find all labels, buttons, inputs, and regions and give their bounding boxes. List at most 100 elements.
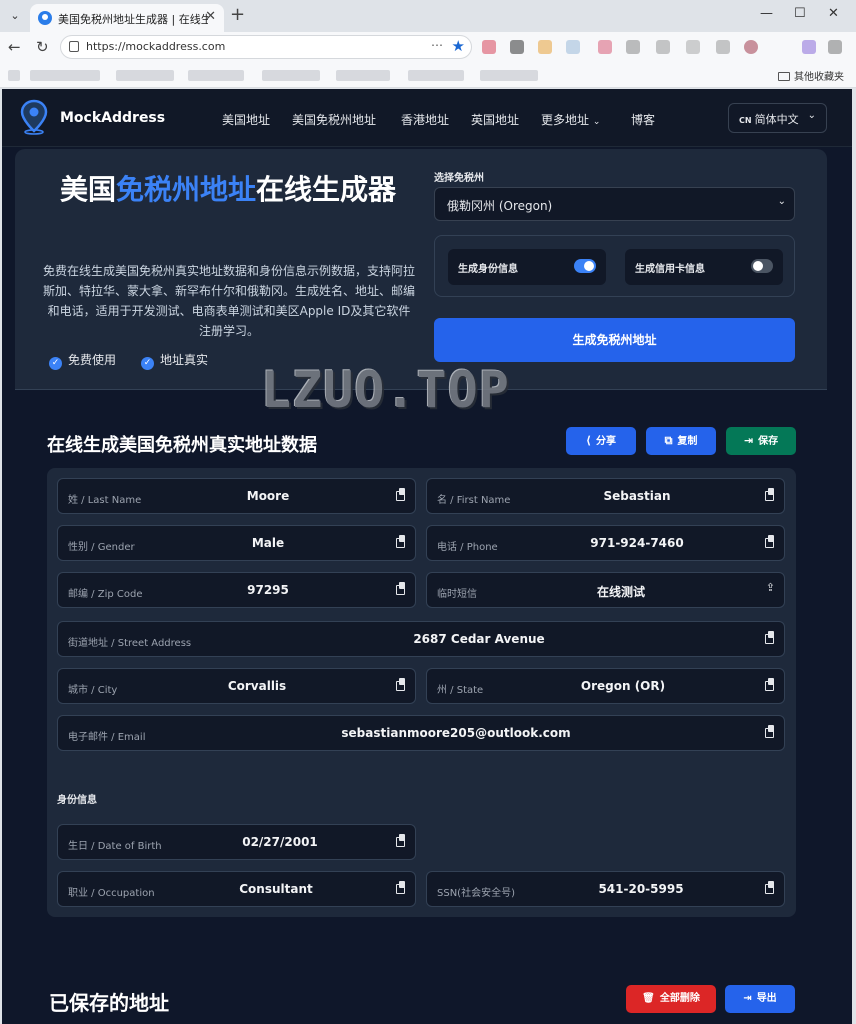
copy-icon[interactable] xyxy=(765,488,775,501)
bookmark-item[interactable] xyxy=(188,70,244,81)
nav-link-more-addresses[interactable]: 更多地址 ⌄ xyxy=(541,111,600,128)
bookmark-item[interactable] xyxy=(408,70,464,81)
field-phone[interactable]: 电话 / Phone 971-924-7460 xyxy=(426,525,785,561)
field-value: 97295 xyxy=(247,583,289,597)
feature-real-label: 地址真实 xyxy=(160,353,209,367)
tab-title: 美国免税州地址生成器 | 在线生成美国 xyxy=(58,13,208,26)
copy-icon[interactable] xyxy=(765,725,775,738)
bookmark-item[interactable] xyxy=(116,70,174,81)
identity-option[interactable]: 生成身份信息 xyxy=(448,249,606,285)
back-arrow-icon[interactable]: ← xyxy=(8,38,21,56)
nav-link-uk-address[interactable]: 英国地址 xyxy=(471,111,519,128)
extension-icon[interactable] xyxy=(598,40,612,54)
field-value: 2687 Cedar Avenue xyxy=(413,632,545,646)
reading-list-icon[interactable] xyxy=(8,70,20,81)
copy-icon[interactable] xyxy=(765,678,775,691)
identity-option-label: 生成身份信息 xyxy=(458,264,518,275)
state-select-label: 选择免税州 xyxy=(434,173,484,184)
tab-close-icon[interactable]: ✕ xyxy=(205,9,216,24)
extension-icon[interactable] xyxy=(510,40,524,54)
extension-icon[interactable] xyxy=(656,40,670,54)
save-button[interactable]: ⇥ 保存 xyxy=(726,427,796,455)
copy-icon[interactable] xyxy=(765,881,775,894)
maximize-icon[interactable]: ☐ xyxy=(794,6,806,21)
field-street-address[interactable]: 街道地址 / Street Address 2687 Cedar Avenue xyxy=(57,621,785,657)
field-label: 性别 / Gender xyxy=(68,542,135,553)
external-share-icon[interactable]: ⇪ xyxy=(766,581,775,594)
hero-title: 美国免税州地址在线生成器 xyxy=(35,171,421,208)
favorite-star-icon[interactable]: ★ xyxy=(452,37,465,55)
extension-icon[interactable] xyxy=(482,40,496,54)
minimize-icon[interactable]: — xyxy=(760,6,773,21)
credit-card-toggle[interactable] xyxy=(751,259,773,273)
logo-text[interactable]: MockAddress xyxy=(60,110,165,126)
field-gender[interactable]: 性别 / Gender Male xyxy=(57,525,416,561)
location-pin-logo-icon[interactable] xyxy=(19,99,49,135)
copy-icon[interactable] xyxy=(765,535,775,548)
bookmark-item[interactable] xyxy=(262,70,320,81)
export-button[interactable]: ⇥ 导出 xyxy=(725,985,795,1013)
field-value: 02/27/2001 xyxy=(242,835,318,849)
bookmark-item[interactable] xyxy=(480,70,538,81)
nav-link-tax-free-address[interactable]: 美国免税州地址 xyxy=(292,111,376,128)
state-select[interactable]: 俄勒冈州 (Oregon) ⌄ xyxy=(434,187,795,221)
nav-link-hk-address[interactable]: 香港地址 xyxy=(401,111,449,128)
copy-icon[interactable] xyxy=(396,488,406,501)
chevron-down-icon: ⌄ xyxy=(807,110,816,121)
copy-icon[interactable] xyxy=(396,881,406,894)
identity-toggle[interactable] xyxy=(574,259,596,273)
other-bookmarks[interactable]: 其他收藏夹 xyxy=(778,68,844,83)
field-label: 州 / State xyxy=(437,685,484,696)
field-date-of-birth[interactable]: 生日 / Date of Birth 02/27/2001 xyxy=(57,824,416,860)
generate-address-button[interactable]: 生成免税州地址 xyxy=(434,318,795,362)
clear-all-button[interactable]: 🗑 全部删除 xyxy=(626,985,716,1013)
language-selector[interactable]: CN 简体中文 ⌄ xyxy=(728,103,827,133)
browser-tab-active[interactable]: 美国免税州地址生成器 | 在线生成美国 ✕ xyxy=(30,4,224,32)
share-label: 分享 xyxy=(596,436,617,447)
address-bar[interactable]: https://mockaddress.com ⋯ ★ xyxy=(60,35,472,59)
field-zip-code[interactable]: 邮编 / Zip Code 97295 xyxy=(57,572,416,608)
copy-button[interactable]: ⧉ 复制 xyxy=(646,427,716,455)
hero-section: 美国免税州地址在线生成器 免费在线生成美国免税州真实地址数据和身份信息示例数据，… xyxy=(15,149,827,390)
extension-icon[interactable] xyxy=(566,40,580,54)
field-first-name[interactable]: 名 / First Name Sebastian xyxy=(426,478,785,514)
field-state[interactable]: 州 / State Oregon (OR) xyxy=(426,668,785,704)
copy-icon[interactable] xyxy=(396,834,406,847)
copilot-icon[interactable] xyxy=(802,40,816,54)
field-occupation[interactable]: 职业 / Occupation Consultant xyxy=(57,871,416,907)
field-city[interactable]: 城市 / City Corvallis xyxy=(57,668,416,704)
credit-card-option-label: 生成信用卡信息 xyxy=(635,264,705,275)
field-last-name[interactable]: 姓 / Last Name Moore xyxy=(57,478,416,514)
copy-icon[interactable] xyxy=(396,678,406,691)
extension-icon[interactable] xyxy=(538,40,552,54)
copy-icon[interactable] xyxy=(396,535,406,548)
copy-icon[interactable] xyxy=(396,582,406,595)
bookmark-item[interactable] xyxy=(336,70,390,81)
field-value: 971-924-7460 xyxy=(590,536,684,550)
window-close-icon[interactable]: ✕ xyxy=(828,6,839,21)
extension-icon[interactable] xyxy=(626,40,640,54)
more-dots-icon[interactable]: ⋯ xyxy=(431,38,443,52)
tab-list-chevron-icon[interactable]: ⌄ xyxy=(4,6,26,26)
extension-icon[interactable] xyxy=(828,40,842,54)
site-favicon-icon xyxy=(38,11,52,25)
bookmark-item[interactable] xyxy=(30,70,100,81)
export-label: 导出 xyxy=(756,993,777,1004)
field-temp-sms[interactable]: 临时短信 在线测试 ⇪ xyxy=(426,572,785,608)
result-section-title: 在线生成美国免税州真实地址数据 xyxy=(47,435,317,456)
field-label: 生日 / Date of Birth xyxy=(68,841,162,852)
field-email[interactable]: 电子邮件 / Email sebastianmoore205@outlook.c… xyxy=(57,715,785,751)
copy-icon[interactable] xyxy=(765,631,775,644)
extension-icon[interactable] xyxy=(716,40,730,54)
credit-card-option[interactable]: 生成信用卡信息 xyxy=(625,249,783,285)
nav-link-us-address[interactable]: 美国地址 xyxy=(222,111,270,128)
reload-icon[interactable]: ↻ xyxy=(36,38,49,56)
extension-icon[interactable] xyxy=(686,40,700,54)
nav-link-blog[interactable]: 博客 xyxy=(631,111,655,128)
export-icon: ⇥ xyxy=(743,993,752,1004)
share-button[interactable]: ⟨ 分享 xyxy=(566,427,636,455)
new-tab-plus-icon[interactable]: + xyxy=(230,5,245,25)
profile-avatar[interactable] xyxy=(744,40,758,54)
field-ssn[interactable]: SSN(社会安全号) 541-20-5995 xyxy=(426,871,785,907)
copy-label: 复制 xyxy=(677,436,698,447)
